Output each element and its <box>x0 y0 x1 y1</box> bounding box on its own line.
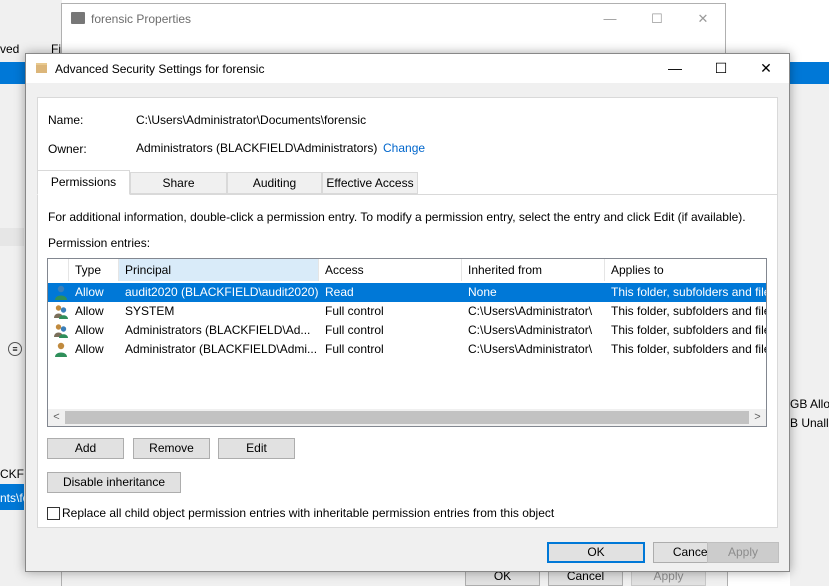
row-inherited: C:\Users\Administrator\ <box>468 342 593 356</box>
background-right-panel <box>790 84 829 586</box>
group-icon <box>54 324 68 338</box>
row-inherited: None <box>468 285 497 299</box>
close-icon[interactable]: ✕ <box>691 8 715 30</box>
row-type: Allow <box>75 285 104 299</box>
scroll-right-arrow-icon[interactable]: > <box>749 409 766 426</box>
owner-label: Owner: <box>48 142 87 156</box>
background-text-fragment: ved <box>0 42 20 56</box>
row-applies: This folder, subfolders and files <box>611 285 767 299</box>
advanced-security-dialog: Advanced Security Settings for forensic … <box>25 53 790 572</box>
folder-icon <box>36 63 47 73</box>
row-principal: audit2020 (BLACKFIELD\audit2020) <box>125 285 319 299</box>
list-view-icon: ≡ <box>8 342 22 356</box>
row-access: Full control <box>325 304 384 318</box>
column-header-access[interactable]: Access <box>319 259 462 281</box>
owner-value: Administrators (BLACKFIELD\Administrator… <box>136 141 378 155</box>
horizontal-scrollbar[interactable]: < > <box>48 409 766 426</box>
permission-entries-list[interactable]: Type Principal Access Inherited from App… <box>47 258 767 427</box>
table-row[interactable]: Allow SYSTEM Full control C:\Users\Admin… <box>48 302 767 321</box>
properties-window-title: forensic Properties <box>91 12 192 26</box>
folder-shield-icon <box>71 12 85 24</box>
group-icon <box>54 305 68 319</box>
permission-entries-label: Permission entries: <box>48 236 151 250</box>
row-inherited: C:\Users\Administrator\ <box>468 323 593 337</box>
remove-button[interactable]: Remove <box>133 438 210 459</box>
background-text-fragment: GB Alloc <box>790 397 829 411</box>
background-text-fragment: CKFI <box>0 467 28 481</box>
info-text: For additional information, double-click… <box>48 210 746 224</box>
tab-permissions[interactable]: Permissions <box>37 170 130 195</box>
row-applies: This folder, subfolders and files <box>611 342 767 356</box>
row-type: Allow <box>75 323 104 337</box>
row-principal: Administrators (BLACKFIELD\Ad... <box>125 323 311 337</box>
replace-child-permissions-label[interactable]: Replace all child object permission entr… <box>62 506 554 520</box>
dialog-titlebar: Advanced Security Settings for forensic … <box>26 54 789 83</box>
tab-auditing[interactable]: Auditing <box>227 172 322 194</box>
background-text-fragment: B Unallo <box>790 416 829 430</box>
column-header-icon <box>48 259 69 281</box>
maximize-icon[interactable]: ☐ <box>645 8 669 30</box>
ok-button[interactable]: OK <box>547 542 645 563</box>
row-applies: This folder, subfolders and files <box>611 304 767 318</box>
edit-button[interactable]: Edit <box>218 438 295 459</box>
table-row[interactable]: Allow Administrators (BLACKFIELD\Ad... F… <box>48 321 767 340</box>
add-button[interactable]: Add <box>47 438 124 459</box>
tab-share[interactable]: Share <box>130 172 227 194</box>
minimize-icon[interactable]: — <box>652 54 698 83</box>
row-applies: This folder, subfolders and files <box>611 323 767 337</box>
column-header-applies-to[interactable]: Applies to <box>605 259 766 281</box>
row-principal: Administrator (BLACKFIELD\Admi... <box>125 342 318 356</box>
user-icon <box>55 342 67 357</box>
scroll-left-arrow-icon[interactable]: < <box>48 409 65 426</box>
table-row[interactable]: Allow audit2020 (BLACKFIELD\audit2020) R… <box>48 283 767 302</box>
background-gray-row <box>0 228 24 246</box>
name-label: Name: <box>48 113 84 127</box>
replace-child-permissions-checkbox[interactable] <box>47 507 60 520</box>
row-inherited: C:\Users\Administrator\ <box>468 304 593 318</box>
row-access: Full control <box>325 323 384 337</box>
row-access: Read <box>325 285 354 299</box>
table-row[interactable]: Allow Administrator (BLACKFIELD\Admi... … <box>48 340 767 359</box>
row-principal: SYSTEM <box>125 304 175 318</box>
dialog-title: Advanced Security Settings for forensic <box>55 62 265 76</box>
maximize-icon[interactable]: ☐ <box>698 54 744 83</box>
object-name-value: C:\Users\Administrator\Documents\forensi… <box>136 113 367 127</box>
list-header: Type Principal Access Inherited from App… <box>48 259 766 281</box>
apply-button[interactable]: Apply <box>707 542 779 563</box>
user-icon <box>55 285 67 300</box>
column-header-type[interactable]: Type <box>69 259 119 281</box>
tab-strip-border <box>37 194 778 195</box>
column-header-inherited-from[interactable]: Inherited from <box>462 259 605 281</box>
row-access: Full control <box>325 342 384 356</box>
column-header-principal[interactable]: Principal <box>119 259 319 281</box>
row-type: Allow <box>75 304 104 318</box>
tab-effective-access[interactable]: Effective Access <box>322 172 418 194</box>
close-icon[interactable]: ✕ <box>743 54 789 83</box>
row-type: Allow <box>75 342 104 356</box>
minimize-icon[interactable]: — <box>598 8 622 30</box>
change-owner-link[interactable]: Change <box>383 141 425 155</box>
scrollbar-thumb[interactable] <box>65 411 749 424</box>
disable-inheritance-button[interactable]: Disable inheritance <box>47 472 181 493</box>
